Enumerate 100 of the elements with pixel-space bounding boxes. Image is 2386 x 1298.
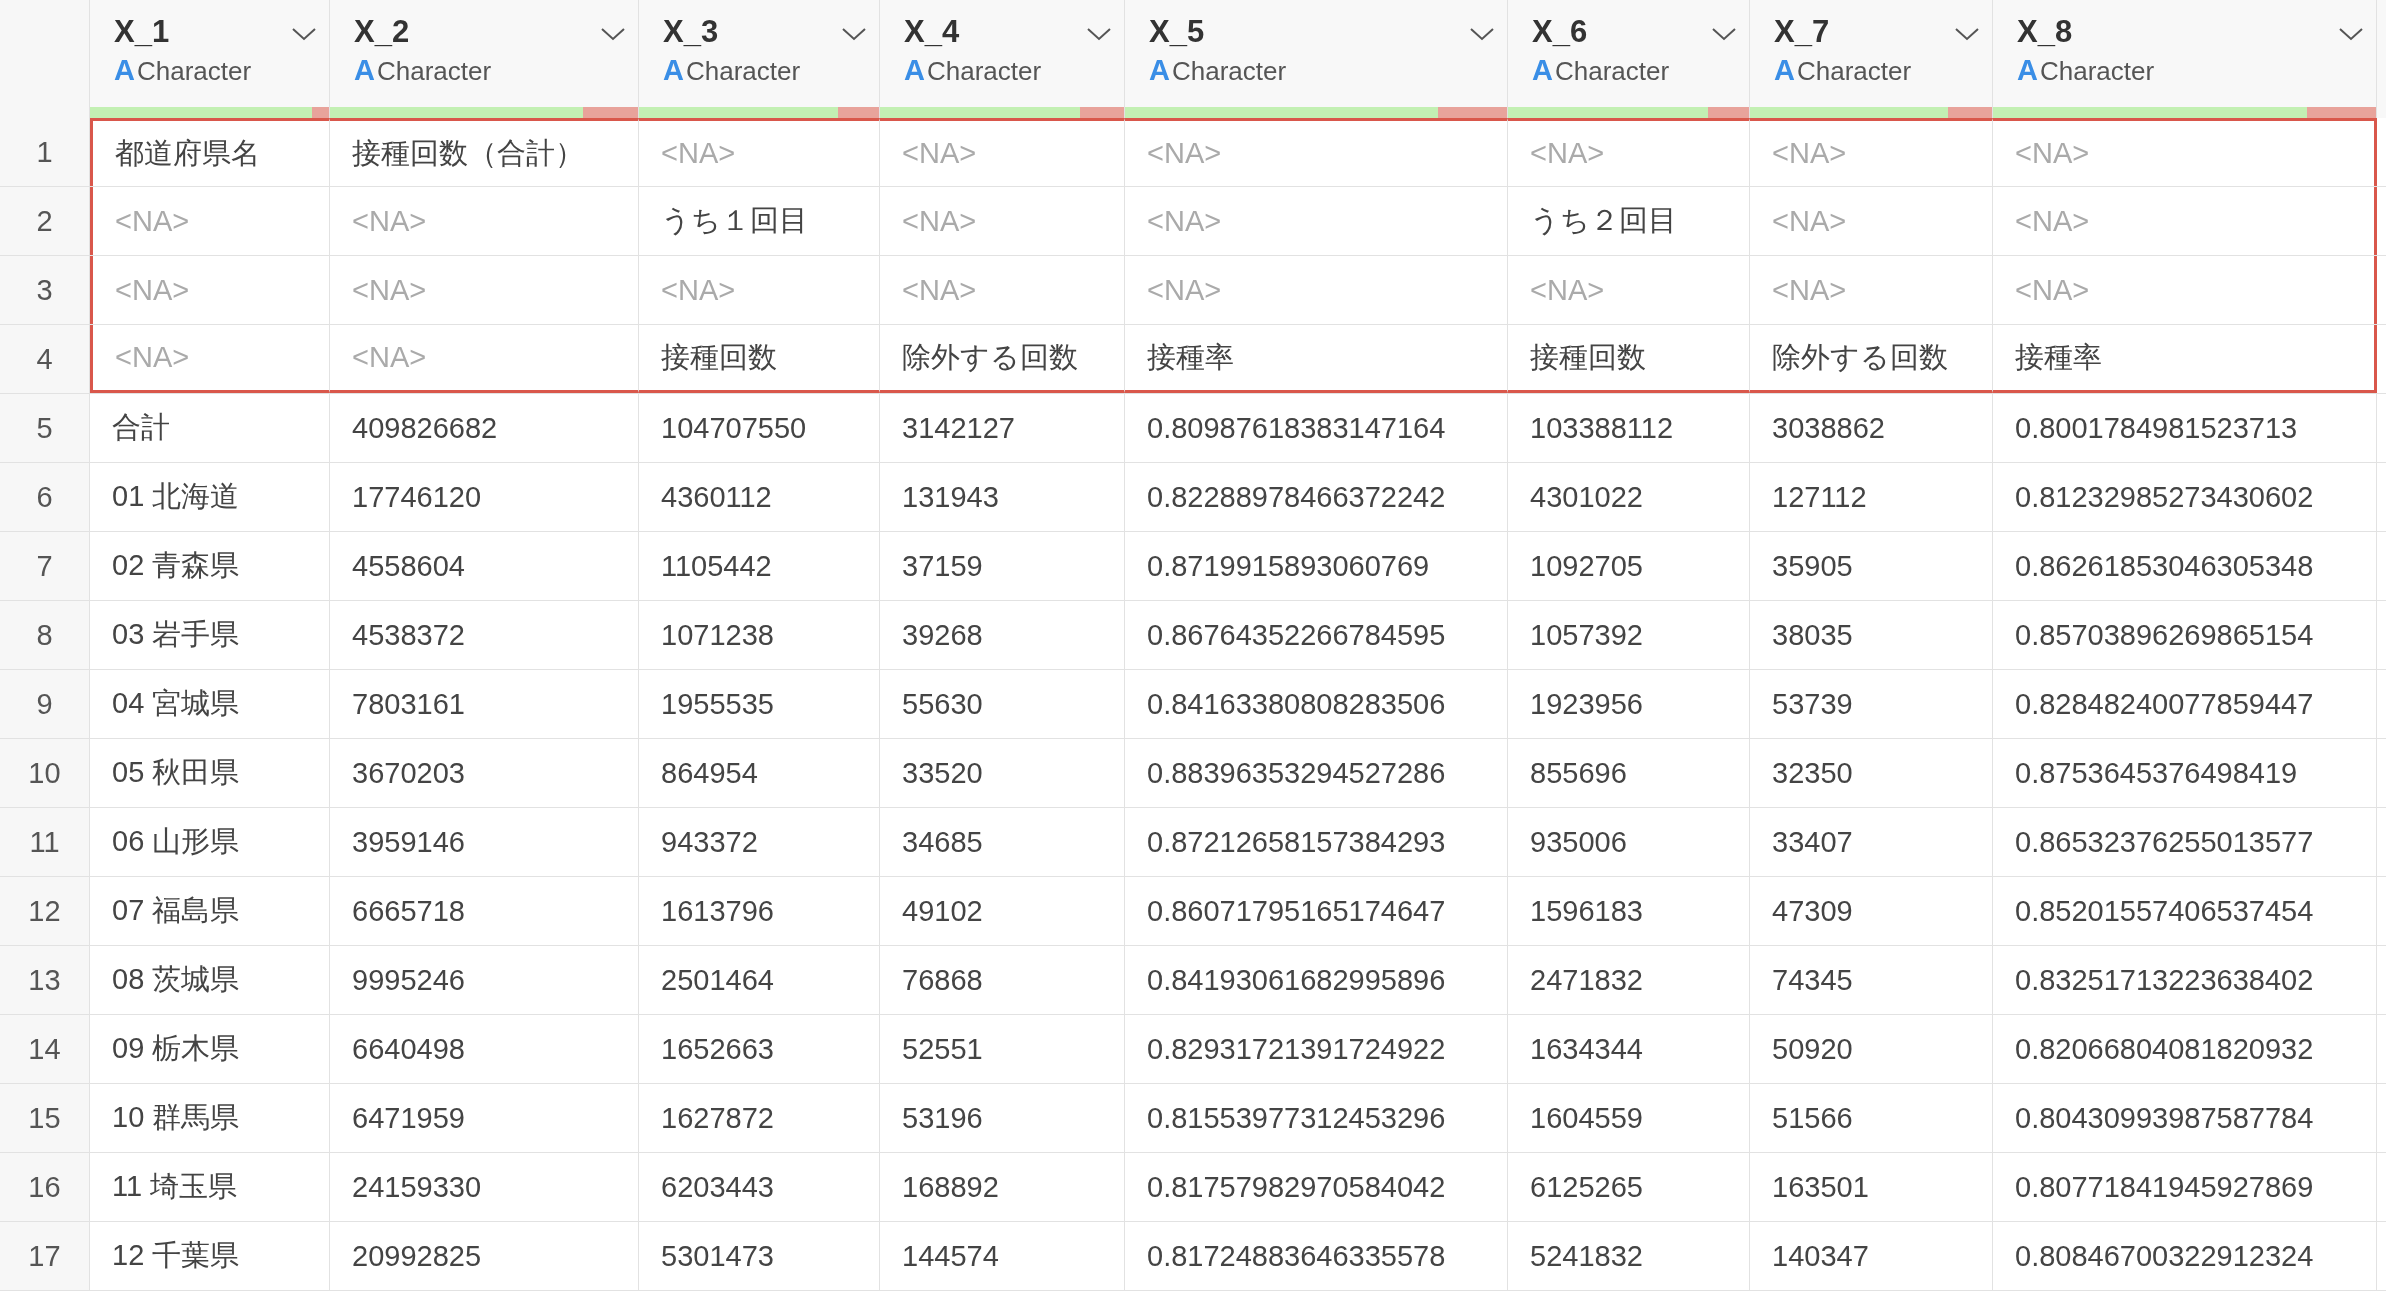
row-number: 8 (0, 601, 90, 669)
table-cell: 6471959 (330, 1084, 639, 1152)
row-number: 11 (0, 808, 90, 876)
table-cell: 37159 (880, 532, 1125, 600)
table-cell: 接種率 (1993, 325, 2377, 393)
column-name: X_4 (904, 14, 961, 50)
chevron-down-icon[interactable] (291, 26, 317, 42)
table-cell: <NA> (880, 118, 1125, 186)
column-type: Character (1796, 56, 1912, 87)
column-name: X_6 (1532, 14, 1589, 50)
chevron-down-icon[interactable] (600, 26, 626, 42)
table-cell: 1652663 (639, 1015, 880, 1083)
table-cell: 合計 (90, 394, 330, 462)
table-cell: <NA> (1993, 187, 2377, 255)
table-cell: 0.83251713223638402 (1993, 946, 2377, 1014)
type-icon: A (354, 54, 375, 87)
chevron-down-icon[interactable] (1086, 26, 1112, 42)
column-type: Character (2039, 56, 2155, 87)
row-number: 9 (0, 670, 90, 738)
table-cell: <NA> (1750, 118, 1993, 186)
table-cell: 20992825 (330, 1222, 639, 1290)
table-cell: 53739 (1750, 670, 1993, 738)
table-cell: 74345 (1750, 946, 1993, 1014)
table-cell: 35905 (1750, 532, 1993, 600)
table-cell: <NA> (1993, 118, 2377, 186)
table-cell: 03 岩手県 (90, 601, 330, 669)
table-cell: 50920 (1750, 1015, 1993, 1083)
table-cell: 0.81553977312453296 (1125, 1084, 1508, 1152)
column-header[interactable]: X_3 ACharacter (639, 0, 880, 118)
table-cell: 34685 (880, 808, 1125, 876)
table-cell: 0.85201557406537454 (1993, 877, 2377, 945)
table-cell: 1105442 (639, 532, 880, 600)
table-cell: <NA> (90, 256, 330, 324)
table-cell: 17746120 (330, 463, 639, 531)
row-number: 5 (0, 394, 90, 462)
chevron-down-icon[interactable] (1469, 26, 1495, 42)
table-cell: <NA> (90, 187, 330, 255)
column-header[interactable]: X_5 ACharacter (1125, 0, 1508, 118)
table-cell: 24159330 (330, 1153, 639, 1221)
chevron-down-icon[interactable] (1954, 26, 1980, 42)
table-cell: 1604559 (1508, 1084, 1750, 1152)
type-icon: A (1774, 54, 1795, 87)
table-cell: 0.82848240077859447 (1993, 670, 2377, 738)
table-cell: 0.86261853046305348 (1993, 532, 2377, 600)
table-cell: <NA> (639, 256, 880, 324)
table-cell: <NA> (90, 325, 330, 393)
table-cell: 0.82066804081820932 (1993, 1015, 2377, 1083)
table-cell: 1092705 (1508, 532, 1750, 600)
chevron-down-icon[interactable] (841, 26, 867, 42)
table-cell: <NA> (1508, 118, 1750, 186)
table-cell: 0.84163380808283506 (1125, 670, 1508, 738)
row-number: 16 (0, 1153, 90, 1221)
table-cell: 3038862 (1750, 394, 1993, 462)
table-cell: 02 青森県 (90, 532, 330, 600)
chevron-down-icon[interactable] (1711, 26, 1737, 42)
column-header[interactable]: X_8 ACharacter (1993, 0, 2377, 118)
column-name: X_5 (1149, 14, 1206, 50)
table-cell: 127112 (1750, 463, 1993, 531)
row-number: 15 (0, 1084, 90, 1152)
table-cell: 接種回数 (1508, 325, 1750, 393)
table-cell: 3670203 (330, 739, 639, 807)
chevron-down-icon[interactable] (2338, 26, 2364, 42)
row-number: 14 (0, 1015, 90, 1083)
table-cell: 4538372 (330, 601, 639, 669)
table-cell: 51566 (1750, 1084, 1993, 1152)
row-number: 6 (0, 463, 90, 531)
table-cell: 0.85703896269865154 (1993, 601, 2377, 669)
row-number: 17 (0, 1222, 90, 1290)
table-cell: <NA> (330, 325, 639, 393)
column-type: Character (376, 56, 492, 87)
table-cell: 接種回数 (639, 325, 880, 393)
table-cell: 7803161 (330, 670, 639, 738)
table-cell: <NA> (330, 256, 639, 324)
table-cell: <NA> (880, 256, 1125, 324)
column-name: X_7 (1774, 14, 1831, 50)
table-cell: 935006 (1508, 808, 1750, 876)
table-cell: 409826682 (330, 394, 639, 462)
column-header[interactable]: X_7 ACharacter (1750, 0, 1993, 118)
column-header[interactable]: X_1 ACharacter (90, 0, 330, 118)
table-cell: 0.86764352266784595 (1125, 601, 1508, 669)
table-cell: 0.82288978466372242 (1125, 463, 1508, 531)
table-cell: 0.86071795165174647 (1125, 877, 1508, 945)
table-cell: 943372 (639, 808, 880, 876)
column-header[interactable]: X_2 ACharacter (330, 0, 639, 118)
row-number: 10 (0, 739, 90, 807)
column-header[interactable]: X_4 ACharacter (880, 0, 1125, 118)
table-cell: 855696 (1508, 739, 1750, 807)
table-cell: 131943 (880, 463, 1125, 531)
column-name: X_2 (354, 14, 411, 50)
table-cell: <NA> (639, 118, 880, 186)
row-number: 4 (0, 325, 90, 393)
table-cell: 144574 (880, 1222, 1125, 1290)
table-cell: 接種率 (1125, 325, 1508, 393)
column-header[interactable]: X_6 ACharacter (1508, 0, 1750, 118)
table-cell: 3142127 (880, 394, 1125, 462)
table-cell: 2471832 (1508, 946, 1750, 1014)
table-cell: 1596183 (1508, 877, 1750, 945)
row-number: 2 (0, 187, 90, 255)
table-cell: 0.80430993987587784 (1993, 1084, 2377, 1152)
column-type: Character (1171, 56, 1287, 87)
